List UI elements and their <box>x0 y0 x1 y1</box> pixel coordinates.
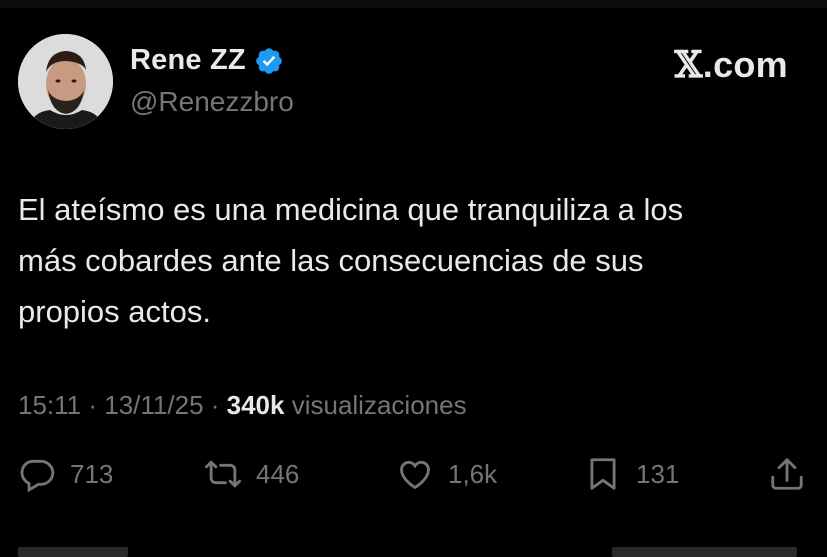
tweet-meta: 15:11 · 13/11/25 · 340k visualizaciones <box>18 390 467 421</box>
view-count: 340k <box>226 390 285 420</box>
footer-link-placeholder[interactable] <box>612 547 797 557</box>
tweet-time[interactable]: 15:11 <box>18 390 81 420</box>
tweet-line: El ateísmo es una medicina que tranquili… <box>18 192 684 227</box>
verified-badge-icon <box>256 47 282 74</box>
bookmark-count: 131 <box>636 458 680 489</box>
top-edge <box>0 0 827 8</box>
footer-link-placeholder[interactable] <box>18 547 128 557</box>
tweet-date[interactable]: 13/11/25 <box>104 390 203 420</box>
tweet-line: propios actos. <box>18 294 211 329</box>
like-button[interactable]: 1,6k <box>396 455 497 493</box>
bookmark-icon <box>590 458 616 490</box>
like-icon <box>400 460 430 490</box>
separator: · <box>203 390 227 420</box>
avatar[interactable] <box>18 34 113 129</box>
reply-button[interactable]: 713 <box>18 455 113 493</box>
user-name[interactable]: Rene ZZ <box>130 44 246 77</box>
view-label: visualizaciones <box>284 390 467 420</box>
share-button[interactable] <box>768 455 806 493</box>
name-row: Rene ZZ <box>130 44 284 77</box>
separator: · <box>81 390 105 420</box>
brand-domain: .com <box>702 44 788 85</box>
bookmark-button[interactable]: 131 <box>584 455 679 493</box>
action-bar: 713 446 1,6k 131 <box>18 455 808 499</box>
reply-icon <box>20 459 55 493</box>
repost-count: 446 <box>256 458 300 489</box>
tweet-text: El ateísmo es una medicina que tranquili… <box>18 184 808 337</box>
x-logo-icon: 𝕏 <box>674 44 703 86</box>
reply-count: 713 <box>70 458 114 489</box>
avatar-image <box>18 34 113 129</box>
like-count: 1,6k <box>448 458 498 489</box>
repost-button[interactable]: 446 <box>204 455 299 493</box>
brand-logo: 𝕏.com <box>675 44 788 86</box>
repost-icon <box>204 460 242 488</box>
cut-off-footer <box>0 543 827 557</box>
user-handle[interactable]: @Renezzbro <box>130 86 294 118</box>
share-icon <box>771 458 803 490</box>
tweet-line: más cobardes ante las consecuencias de s… <box>18 243 644 278</box>
tweet-header: Rene ZZ @Renezzbro 𝕏.com <box>18 34 808 132</box>
